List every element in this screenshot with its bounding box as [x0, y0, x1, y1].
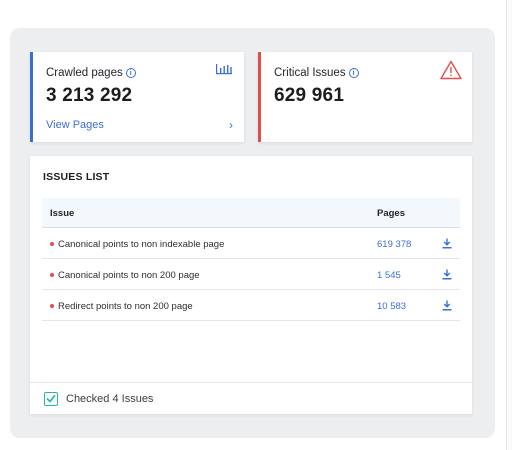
bar-chart-icon[interactable]	[215, 62, 233, 76]
checked-issues-checkbox[interactable]	[44, 392, 58, 406]
critical-issues-label-group: Critical Issues i	[274, 67, 359, 79]
issues-list-footer: Checked 4 Issues	[30, 382, 472, 414]
issue-pages-link[interactable]: 619 378	[377, 239, 411, 250]
crawled-pages-card: Crawled pages i 3 213 292 View Pages ›	[30, 52, 244, 142]
crawled-pages-label-group: Crawled pages i	[46, 67, 136, 79]
checkmark-icon	[46, 394, 56, 403]
info-icon[interactable]: i	[125, 68, 136, 78]
issue-pages-link[interactable]: 1 545	[377, 270, 401, 281]
column-header-issue: Issue	[50, 208, 75, 219]
scrollbar-track[interactable]	[506, 0, 512, 450]
info-icon[interactable]: i	[348, 68, 359, 78]
issues-table-header: Issue Pages	[42, 198, 460, 228]
table-row[interactable]: Canonical points to non indexable page 6…	[42, 229, 460, 259]
download-icon[interactable]	[442, 300, 452, 311]
table-row[interactable]: Canonical points to non 200 page 1 545	[42, 260, 460, 290]
issue-pages-link[interactable]: 10 583	[377, 301, 406, 312]
warning-triangle-icon	[440, 60, 462, 80]
issues-list-title: ISSUES LIST	[43, 171, 110, 183]
critical-issues-label: Critical Issues	[274, 67, 346, 79]
crawled-pages-value: 3 213 292	[46, 85, 133, 106]
table-row[interactable]: Redirect points to non 200 page 10 583	[42, 291, 460, 321]
chevron-right-icon[interactable]: ›	[229, 118, 233, 132]
download-icon[interactable]	[442, 238, 452, 249]
crawled-pages-label: Crawled pages	[46, 67, 123, 79]
issue-bullet	[50, 242, 54, 246]
issue-name: Canonical points to non 200 page	[58, 270, 200, 281]
checked-issues-label: Checked 4 Issues	[66, 393, 154, 405]
issue-name: Redirect points to non 200 page	[58, 301, 193, 312]
column-header-pages: Pages	[377, 208, 405, 219]
critical-issues-value: 629 961	[274, 85, 345, 106]
view-pages-link[interactable]: View Pages	[46, 119, 104, 131]
download-icon[interactable]	[442, 269, 452, 280]
issues-list-card: ISSUES LIST Issue Pages Canonical points…	[30, 156, 472, 414]
issue-bullet	[50, 304, 54, 308]
issue-bullet	[50, 273, 54, 277]
issue-name: Canonical points to non indexable page	[58, 239, 225, 250]
critical-issues-card: Critical Issues i 629 961	[258, 52, 472, 142]
